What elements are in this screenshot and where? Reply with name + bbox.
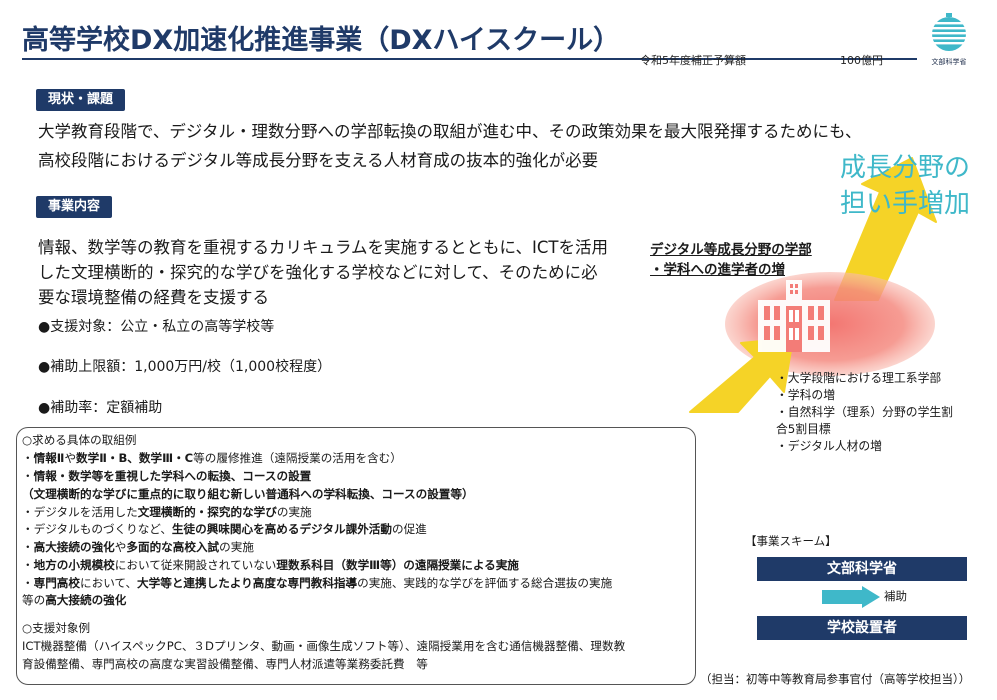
scheme-bottom-box: 学校設置者	[757, 616, 967, 640]
effect-line: ・自然科学（理系）分野の学生割	[776, 405, 953, 419]
digital-heading: デジタル等成長分野の学部 ・学科への進学者の増	[650, 240, 812, 280]
growth-label: 成長分野の 担い手増加	[840, 150, 970, 222]
effect-line: ・学科の増	[776, 388, 835, 402]
school-building-icon	[758, 280, 830, 352]
effect-line: ・デジタル人材の増	[776, 439, 882, 453]
growth-label-line-1: 成長分野の	[840, 153, 971, 183]
digital-heading-line-2: ・学科への進学者の増	[650, 262, 785, 278]
scheme-top-box: 文部科学省	[757, 557, 967, 581]
scheme-label: 【事業スキーム】	[745, 534, 837, 548]
digital-heading-line-1: デジタル等成長分野の学部	[650, 242, 812, 258]
growth-label-line-2: 担い手増加	[840, 189, 971, 219]
effect-line: ・大学段階における理工系学部	[776, 371, 942, 385]
effect-line: 合5割目標	[776, 422, 831, 436]
contact-note: （担当：初等中等教育局参事官付（高等学校担当））	[700, 672, 971, 686]
scheme-down-arrow-icon	[822, 586, 880, 608]
scheme-assist-label: 補助	[884, 589, 907, 603]
